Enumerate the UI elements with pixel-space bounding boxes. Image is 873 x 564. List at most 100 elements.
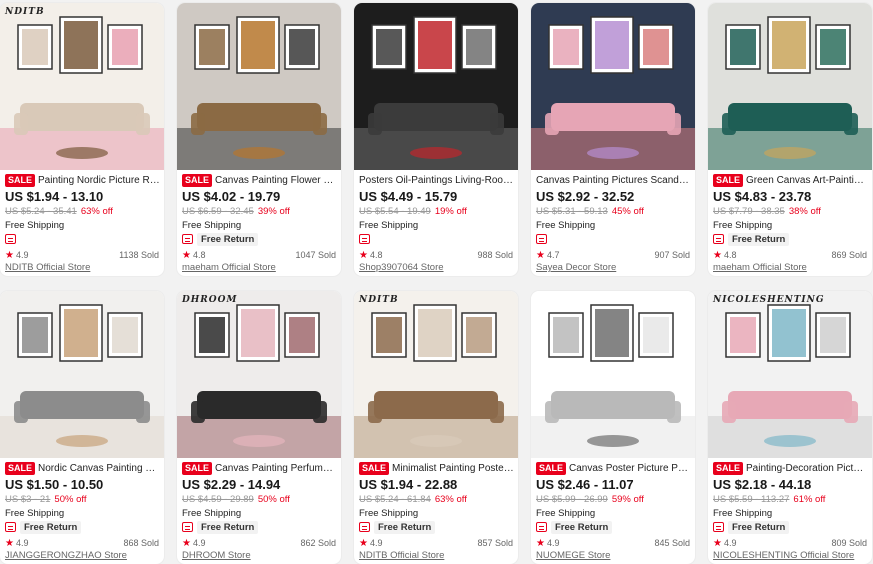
- product-thumbnail[interactable]: [531, 291, 695, 458]
- product-title-row[interactable]: Posters Oil-Paintings Living-Room-...: [359, 173, 514, 187]
- return-row: [359, 232, 370, 246]
- shipping-label: Free Shipping: [359, 508, 419, 519]
- store-link[interactable]: NUOMEGE Store: [536, 550, 610, 561]
- sold-count: 862 Sold: [300, 538, 336, 548]
- product-image[interactable]: [177, 3, 341, 170]
- product-title-row[interactable]: SALE Canvas Painting Perfume ...: [182, 461, 337, 475]
- return-icon: [5, 234, 16, 244]
- product-title-row[interactable]: SALE Canvas Painting Flower W...: [182, 173, 337, 187]
- product-image[interactable]: [0, 291, 164, 458]
- product-image[interactable]: [708, 3, 872, 170]
- product-image[interactable]: [531, 3, 695, 170]
- product-title-row[interactable]: Canvas Painting Pictures Scandina...: [536, 173, 691, 187]
- product-card[interactable]: SALE Canvas Painting Flower W... US $4.02 …: [177, 3, 341, 276]
- star-icon: ★: [5, 249, 14, 261]
- product-card[interactable]: SALE Canvas Poster Picture Pai... US $2.46…: [531, 291, 695, 564]
- product-title-row[interactable]: SALE Painting Nordic Picture Ro...: [5, 173, 160, 187]
- product-card[interactable]: SALE Nordic Canvas Painting Fi... US $1.50…: [0, 291, 164, 564]
- product-title-row[interactable]: SALE Green Canvas Art-Painting...: [713, 173, 868, 187]
- product-title[interactable]: Painting-Decoration Pictur...: [746, 463, 868, 474]
- product-title-row[interactable]: SALE Nordic Canvas Painting Fi...: [5, 461, 160, 475]
- rating-sold-row: ★ 4.9 845 Sold: [536, 537, 690, 549]
- product-title-row[interactable]: SALE Minimalist Painting Poster...: [359, 461, 514, 475]
- rating-sold-row: ★ 4.8 988 Sold: [359, 249, 513, 261]
- original-price-row: US $6.59 - 32.45 39% off: [182, 206, 290, 217]
- product-title[interactable]: Green Canvas Art-Painting...: [746, 175, 868, 186]
- return-icon: [182, 234, 193, 244]
- sold-count: 857 Sold: [477, 538, 513, 548]
- rating: ★ 4.9: [359, 538, 382, 549]
- product-title[interactable]: Painting Nordic Picture Ro...: [38, 175, 160, 186]
- product-thumbnail[interactable]: [0, 291, 164, 458]
- free-return-badge: Free Return: [551, 520, 613, 534]
- store-link[interactable]: JIANGGERONGZHAO Store: [5, 550, 127, 561]
- product-price: US $2.92 - 32.52: [536, 189, 635, 204]
- return-row: [536, 232, 547, 246]
- store-link[interactable]: Shop3907064 Store: [359, 262, 444, 273]
- sale-badge: SALE: [5, 461, 36, 475]
- sold-count: 1047 Sold: [295, 250, 336, 260]
- return-icon: [359, 234, 370, 244]
- product-image[interactable]: [354, 3, 518, 170]
- product-card[interactable]: NDITB SALE Painting Nordic Picture Ro... US…: [0, 3, 164, 276]
- shipping-label: Free Shipping: [536, 508, 596, 519]
- product-thumbnail[interactable]: [708, 3, 872, 170]
- sale-badge: SALE: [182, 173, 213, 187]
- product-card[interactable]: DHROOM SALE Canvas Painting Perfume ... US …: [177, 291, 341, 564]
- store-link[interactable]: NDITB Official Store: [359, 550, 444, 561]
- product-title-row[interactable]: SALE Painting-Decoration Pictur...: [713, 461, 868, 475]
- rating-sold-row: ★ 4.8 869 Sold: [713, 249, 867, 261]
- product-thumbnail[interactable]: NICOLESHENTING: [708, 291, 872, 458]
- rating: ★ 4.8: [359, 250, 382, 261]
- product-thumbnail[interactable]: DHROOM: [177, 291, 341, 458]
- product-card[interactable]: SALE Green Canvas Art-Painting... US $4.83…: [708, 3, 872, 276]
- product-title[interactable]: Minimalist Painting Poster...: [392, 463, 514, 474]
- return-row: Free Return: [359, 520, 436, 534]
- original-price: US $7.79 - 38.35: [713, 206, 785, 217]
- product-card[interactable]: NDITB SALE Minimalist Painting Poster... US…: [354, 291, 518, 564]
- product-thumbnail[interactable]: NDITB: [0, 3, 164, 170]
- discount-label: 38% off: [788, 206, 821, 217]
- product-card[interactable]: NICOLESHENTING SALE Painting-Decoration Pi…: [708, 291, 872, 564]
- store-link[interactable]: NDITB Official Store: [5, 262, 90, 273]
- product-title[interactable]: Canvas Painting Pictures Scandina...: [536, 175, 691, 186]
- rating-sold-row: ★ 4.9 868 Sold: [5, 537, 159, 549]
- discount-label: 50% off: [54, 494, 87, 505]
- star-icon: ★: [359, 537, 368, 549]
- product-image[interactable]: [177, 291, 341, 458]
- product-image[interactable]: [531, 291, 695, 458]
- store-link[interactable]: Sayea Decor Store: [536, 262, 616, 273]
- product-title[interactable]: Canvas Poster Picture Pai...: [569, 463, 691, 474]
- product-image[interactable]: [354, 291, 518, 458]
- product-title[interactable]: Canvas Painting Perfume ...: [215, 463, 337, 474]
- original-price: US $5.24 - 35.41: [5, 206, 77, 217]
- product-card[interactable]: Canvas Painting Pictures Scandina... US $…: [531, 3, 695, 276]
- product-thumbnail[interactable]: [531, 3, 695, 170]
- product-image[interactable]: [708, 291, 872, 458]
- original-price: US $3 - 21: [5, 494, 51, 505]
- star-icon: ★: [713, 537, 722, 549]
- store-link[interactable]: maeham Official Store: [182, 262, 276, 273]
- discount-label: 19% off: [434, 206, 467, 217]
- original-price-row: US $4.59 - 29.89 50% off: [182, 494, 290, 505]
- star-icon: ★: [5, 537, 14, 549]
- product-thumbnail[interactable]: NDITB: [354, 291, 518, 458]
- product-title[interactable]: Nordic Canvas Painting Fi...: [38, 463, 160, 474]
- original-price-row: US $5.24 - 35.41 63% off: [5, 206, 113, 217]
- product-title-row[interactable]: SALE Canvas Poster Picture Pai...: [536, 461, 691, 475]
- product-price: US $2.18 - 44.18: [713, 477, 812, 492]
- product-image[interactable]: [0, 3, 164, 170]
- store-link[interactable]: DHROOM Store: [182, 550, 251, 561]
- product-title[interactable]: Canvas Painting Flower W...: [215, 175, 337, 186]
- rating-value: 4.9: [369, 537, 383, 548]
- product-thumbnail[interactable]: [177, 3, 341, 170]
- store-link[interactable]: NICOLESHENTING Official Store: [713, 550, 854, 561]
- return-row: Free Return: [713, 232, 790, 246]
- product-card[interactable]: Posters Oil-Paintings Living-Room-... US …: [354, 3, 518, 276]
- product-thumbnail[interactable]: [354, 3, 518, 170]
- product-title[interactable]: Posters Oil-Paintings Living-Room-...: [359, 175, 514, 186]
- free-return-badge: Free Return: [728, 520, 790, 534]
- store-link[interactable]: maeham Official Store: [713, 262, 807, 273]
- rating-sold-row: ★ 4.9 857 Sold: [359, 537, 513, 549]
- discount-label: 63% off: [434, 494, 467, 505]
